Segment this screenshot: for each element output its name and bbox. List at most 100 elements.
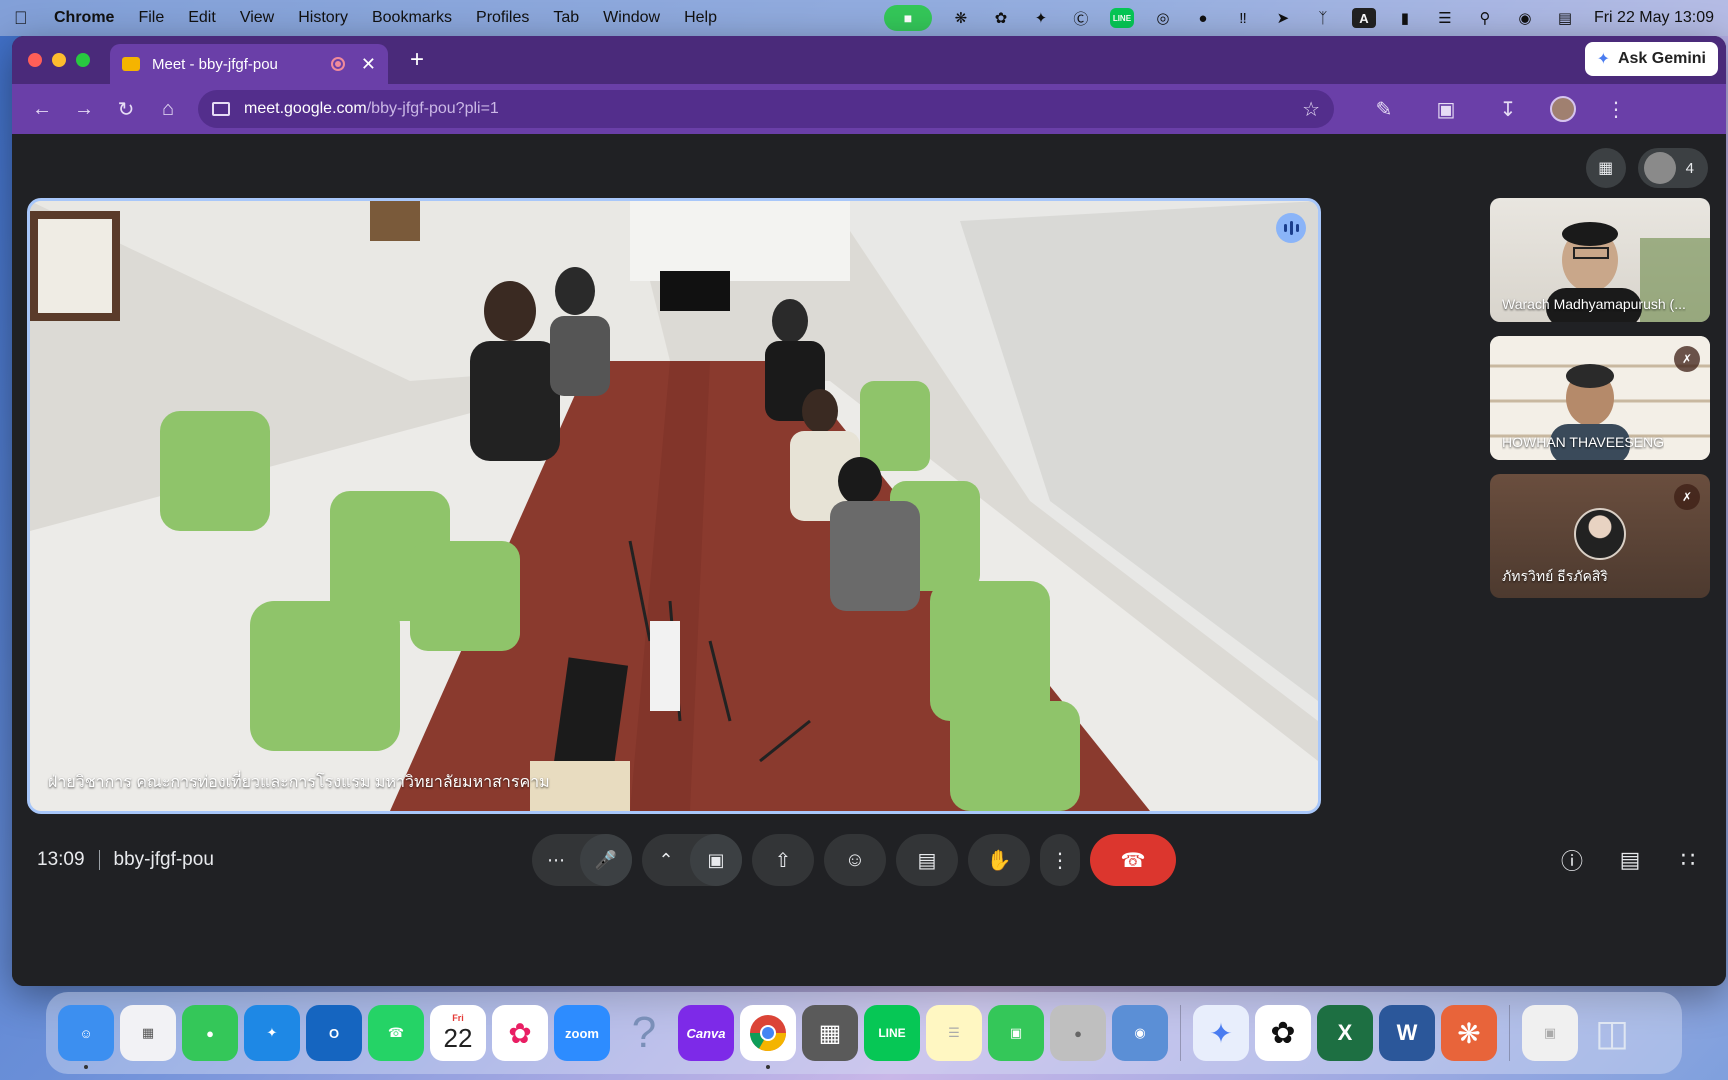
chrome-icon[interactable] — [740, 1005, 796, 1069]
facetime-camera-icon[interactable]: ■ — [883, 5, 932, 31]
wifi-icon[interactable]: ☰ — [1434, 8, 1456, 28]
profile-avatar[interactable] — [1550, 96, 1576, 122]
participant-tile-2[interactable]: ✗ HOWHAN THAVEESENG — [1490, 336, 1710, 460]
siri-icon[interactable]: ◉ — [1514, 8, 1536, 28]
calculator-icon[interactable]: ▦ — [802, 1005, 858, 1061]
address-bar[interactable]: meet.google.com/bby-jfgf-pou?pli=1 ☆ — [198, 90, 1334, 128]
menu-window[interactable]: Window — [603, 9, 660, 27]
microphone-icon[interactable]: 🎤 — [580, 834, 632, 886]
meet-call-area: ▦ 4 ฝ่ายวิชาการ คณะการท่องเที่ยวและการโร… — [12, 134, 1726, 986]
new-tab-button[interactable]: + — [410, 46, 424, 74]
bookmark-star-icon[interactable]: ☆ — [1302, 97, 1320, 122]
calendar-icon[interactable]: Fri 22 — [430, 1005, 486, 1061]
back-button[interactable]: ← — [22, 89, 62, 129]
menu-history[interactable]: History — [298, 9, 348, 27]
zoom-icon[interactable]: zoom — [554, 1005, 610, 1061]
line-app-icon[interactable]: LINE — [864, 1005, 920, 1061]
ask-gemini-button[interactable]: ✦ Ask Gemini — [1584, 42, 1718, 76]
home-button[interactable]: ⌂ — [148, 89, 188, 129]
extensions-puzzle-icon[interactable]: ✎ — [1364, 89, 1404, 129]
menubar-clock[interactable]: Fri 22 May 13:09 — [1594, 9, 1714, 27]
airdrop-icon[interactable]: ◎ — [1152, 8, 1174, 28]
user-icon[interactable]: ● — [1192, 8, 1214, 28]
contacts-icon[interactable]: ● — [1050, 1005, 1106, 1061]
trash-icon[interactable]: ◫ — [1584, 1005, 1640, 1061]
camera-icon[interactable]: ▣ — [690, 834, 742, 886]
meeting-info: 13:09 bby-jfgf-pou — [37, 849, 214, 871]
notes-icon[interactable]: ☰ — [926, 1005, 982, 1061]
chat-icon[interactable]: ▤ — [1616, 846, 1644, 874]
audio-options-icon[interactable]: ⋯ — [532, 834, 580, 886]
facetime-icon[interactable]: ▣ — [988, 1005, 1044, 1061]
meet-favicon-icon — [122, 57, 140, 71]
chrome-menu-icon[interactable]: ⋮ — [1596, 89, 1636, 129]
disk-utility-icon[interactable]: ◉ — [1112, 1005, 1168, 1061]
line-icon[interactable]: LINE — [1109, 8, 1134, 28]
menu-app-chrome[interactable]: Chrome — [54, 9, 114, 27]
present-screen-icon[interactable]: ⇧ — [752, 834, 814, 886]
site-info-icon[interactable] — [212, 102, 230, 116]
apple-menu-icon[interactable]:  — [14, 8, 36, 29]
arrow-right-circle-icon[interactable]: ➤ — [1272, 8, 1294, 28]
bluetooth-icon[interactable]: ᛉ — [1312, 8, 1334, 28]
hide-tiles-icon[interactable]: ▦ — [1585, 148, 1626, 188]
participants-avatars — [1643, 152, 1676, 184]
captions-icon[interactable]: ▤ — [896, 834, 958, 886]
zoom-window-button[interactable] — [76, 53, 90, 67]
menu-file[interactable]: File — [138, 9, 164, 27]
meeting-code: bby-jfgf-pou — [113, 849, 214, 870]
battery-icon[interactable]: ▮ — [1394, 8, 1416, 28]
video-options-chevron-icon[interactable]: ⌃ — [642, 834, 690, 886]
close-window-button[interactable] — [28, 53, 42, 67]
outlook-icon[interactable]: O — [306, 1005, 362, 1061]
download-icon[interactable]: ↧ — [1488, 89, 1528, 129]
launchpad-icon[interactable]: ▦ — [120, 1005, 176, 1061]
copilot-c-icon[interactable]: Ⓒ — [1070, 8, 1092, 28]
tab-meet[interactable]: Meet - bby-jfgf-pou ✕ — [110, 44, 388, 84]
input-source-icon[interactable]: A — [1351, 8, 1376, 28]
meet-top-actions: ▦ 4 — [1585, 148, 1708, 188]
finder-icon[interactable]: ☺ — [58, 1005, 114, 1069]
raise-hand-icon[interactable]: ✋ — [968, 834, 1030, 886]
reload-button[interactable]: ↻ — [106, 89, 146, 129]
claude-app-icon[interactable]: ❋ — [1441, 1005, 1497, 1061]
airpods-icon[interactable]: ‼ — [1232, 8, 1254, 28]
spotlight-search-icon[interactable]: ⚲ — [1474, 8, 1496, 28]
whatsapp-icon[interactable]: ☎ — [368, 1005, 424, 1061]
participant-tile-1[interactable]: Warach Madhyamapurush (... — [1490, 198, 1710, 322]
photos-icon[interactable]: ✿ — [492, 1005, 548, 1061]
canva-icon[interactable]: Canva — [678, 1005, 734, 1061]
png-file-icon[interactable]: ▣ — [1522, 1005, 1578, 1061]
menu-profiles[interactable]: Profiles — [476, 9, 529, 27]
menu-view[interactable]: View — [240, 9, 274, 27]
tab-search-icon[interactable]: ▣ — [1426, 89, 1466, 129]
messages-icon[interactable]: ● — [182, 1005, 238, 1061]
main-video-tile[interactable]: ฝ่ายวิชาการ คณะการท่องเที่ยวและการโรงแรม… — [27, 198, 1321, 814]
minimize-window-button[interactable] — [52, 53, 66, 67]
claude-icon[interactable]: ❋ — [950, 8, 972, 28]
gemini-sparkle-icon[interactable]: ✦ — [1030, 8, 1052, 28]
menu-edit[interactable]: Edit — [188, 9, 216, 27]
help-question-icon[interactable]: ? — [616, 1005, 672, 1061]
control-center-icon[interactable]: ▤ — [1554, 8, 1576, 28]
participants-button[interactable]: 4 — [1637, 148, 1708, 188]
word-icon[interactable]: W — [1379, 1005, 1435, 1061]
menu-tab[interactable]: Tab — [553, 9, 579, 27]
chatgpt-app-icon[interactable]: ✿ — [1255, 1005, 1311, 1061]
gemini-app-icon[interactable]: ✦ — [1193, 1005, 1249, 1061]
end-call-button[interactable]: ☎ — [1090, 834, 1176, 886]
chatgpt-icon[interactable]: ✿ — [990, 8, 1012, 28]
meet-control-bar: 13:09 bby-jfgf-pou ⋯ 🎤 ⌃ ▣ ⇧ ☺ ▤ ✋ ⋮ ☎ ⓘ… — [12, 824, 1726, 896]
activities-grid-icon[interactable]: ∷ — [1674, 846, 1702, 874]
menu-bookmarks[interactable]: Bookmarks — [372, 9, 452, 27]
more-options-icon[interactable]: ⋮ — [1040, 834, 1080, 886]
safari-icon[interactable]: ✦ — [244, 1005, 300, 1061]
forward-button[interactable]: → — [64, 89, 104, 129]
meeting-details-info-icon[interactable]: ⓘ — [1558, 846, 1586, 874]
close-tab-icon[interactable]: ✕ — [361, 54, 376, 75]
emoji-reaction-icon[interactable]: ☺ — [824, 834, 886, 886]
excel-icon[interactable]: X — [1317, 1005, 1373, 1061]
participant-tile-3[interactable]: ✗ ภัทรวิทย์ ธีรภัคสิริ — [1490, 474, 1710, 598]
menu-help[interactable]: Help — [684, 9, 717, 27]
active-speaker-icon — [1276, 213, 1306, 243]
